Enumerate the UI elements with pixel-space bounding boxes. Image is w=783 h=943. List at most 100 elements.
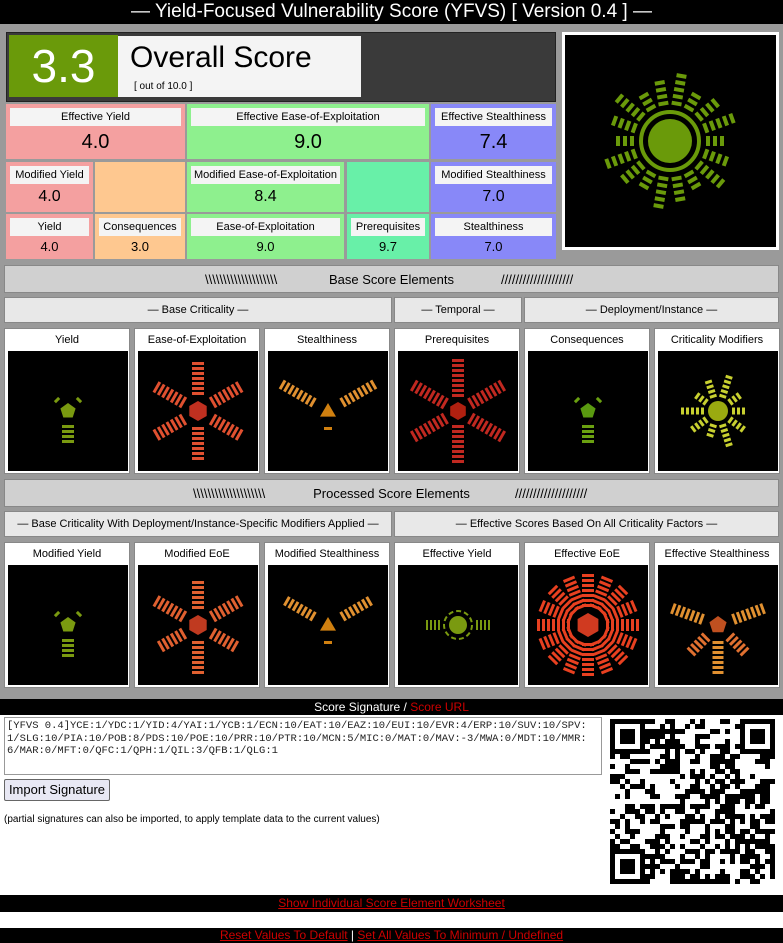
tile-visual — [398, 351, 518, 471]
footer-links: Reset Values To Default | Set All Values… — [0, 928, 783, 943]
tile-processed-4: Effective Yield — [394, 542, 520, 688]
tile-visual — [528, 565, 648, 685]
worksheet-bar: Show Individual Score Element Worksheet — [0, 896, 783, 912]
base-stealth-cell: Stealthiness 7.0 — [431, 214, 556, 259]
effective-yield-label: Effective Yield — [10, 108, 181, 126]
page-title: — Yield-Focused Vulnerability Score (YFV… — [131, 1, 652, 22]
bar-right-deco: //////////////////// — [515, 486, 588, 501]
base-yield-value: 4.0 — [40, 239, 59, 254]
modified-yield-cell: Modified Yield 4.0 — [6, 162, 93, 212]
effective-yield-value: 4.0 — [81, 131, 110, 153]
tile-visual — [138, 565, 258, 685]
link-separator: | — [350, 928, 355, 942]
tile-processed-2: Modified EoE — [134, 542, 260, 688]
modified-eoe-label: Modified Ease-of-Exploitation — [191, 166, 340, 184]
section-base-criticality: — Base Criticality — — [4, 297, 392, 323]
signature-title: Score Signature / — [314, 700, 407, 714]
tile-base-5: Consequences — [524, 328, 650, 474]
tile-label: Modified Yield — [32, 548, 102, 560]
tile-label: Ease-of-Exploitation — [147, 334, 247, 346]
tile-visual — [8, 351, 128, 471]
bar-left-deco: \\\\\\\\\\\\\\\\\\\\ — [205, 272, 278, 287]
modified-eoe-value: 8.4 — [254, 188, 277, 205]
tile-label: Effective EoE — [554, 548, 620, 560]
base-consequences-cell: Consequences 3.0 — [95, 214, 185, 259]
import-note: (partial signatures can also be imported… — [4, 814, 380, 825]
tile-label: Effective Stealthiness — [664, 548, 770, 560]
effective-eoe-label: Effective Ease-of-Exploitation — [191, 108, 425, 126]
tile-visual — [398, 565, 518, 685]
base-consequences-value: 3.0 — [130, 239, 150, 254]
base-eoe-label: Ease-of-Exploitation — [191, 218, 340, 236]
base-score-elements-title: Base Score Elements — [328, 272, 454, 287]
effective-stealth-cell: Effective Stealthiness 7.4 — [431, 104, 556, 159]
show-worksheet-link[interactable]: Show Individual Score Element Worksheet — [278, 896, 505, 910]
tile-visual — [528, 351, 648, 471]
bar-left-deco: \\\\\\\\\\\\\\\\\\\\ — [193, 486, 266, 501]
tile-label: Modified EoE — [164, 548, 230, 560]
tile-label: Prerequisites — [424, 334, 490, 346]
modified-stealth-value: 7.0 — [482, 188, 505, 205]
tile-processed-1: Modified Yield — [4, 542, 130, 688]
effective-yield-cell: Effective Yield 4.0 — [6, 104, 185, 159]
overall-score-value: 3.3 — [9, 35, 118, 97]
tile-visual — [658, 351, 778, 471]
base-prerequisites-label: Prerequisites — [351, 218, 425, 236]
tile-label: Criticality Modifiers — [670, 334, 764, 346]
qr-code — [607, 716, 779, 892]
modified-stealth-label: Modified Stealthiness — [435, 166, 552, 184]
modified-yield-value: 4.0 — [38, 188, 61, 205]
score-url-link[interactable]: Score URL — [410, 700, 469, 714]
base-prerequisites-value: 9.7 — [378, 239, 398, 254]
effective-stealth-value: 7.4 — [479, 131, 508, 153]
tile-visual — [8, 565, 128, 685]
signature-header: Score Signature / Score URL — [0, 699, 783, 715]
modified-consequences-cell — [95, 162, 185, 212]
tile-processed-6: Effective Stealthiness — [654, 542, 780, 688]
base-consequences-label: Consequences — [99, 218, 181, 236]
effective-eoe-cell: Effective Ease-of-Exploitation 9.0 — [187, 104, 429, 159]
signature-textarea[interactable]: [YFVS 0.4]YCE:1/YDC:1/YID:4/YAI:1/YCB:1/… — [4, 717, 602, 775]
import-signature-button[interactable]: Import Signature — [4, 779, 110, 801]
base-yield-label: Yield — [10, 218, 89, 236]
tile-label: Modified Stealthiness — [274, 548, 380, 560]
modified-prerequisites-cell — [347, 162, 429, 212]
tile-label: Stealthiness — [297, 334, 357, 346]
tile-label: Effective Yield — [422, 548, 492, 560]
base-yield-cell: Yield 4.0 — [6, 214, 93, 259]
tile-visual — [268, 351, 388, 471]
tile-base-1: Yield — [4, 328, 130, 474]
processed-score-elements-bar: \\\\\\\\\\\\\\\\\\\\ Processed Score Ele… — [4, 479, 779, 507]
base-stealth-label: Stealthiness — [435, 218, 552, 236]
modified-eoe-cell: Modified Ease-of-Exploitation 8.4 — [187, 162, 344, 212]
base-eoe-value: 9.0 — [256, 239, 275, 254]
processed-score-elements-title: Processed Score Elements — [313, 486, 470, 501]
modified-yield-label: Modified Yield — [10, 166, 89, 184]
section-temporal: — Temporal — — [394, 297, 522, 323]
tile-processed-3: Modified Stealthiness — [264, 542, 390, 688]
tile-base-6: Criticality Modifiers — [654, 328, 780, 474]
tile-visual — [138, 351, 258, 471]
bar-right-deco: //////////////////// — [501, 272, 574, 287]
tile-processed-5: Effective EoE — [524, 542, 650, 688]
section-effective-scores: — Effective Scores Based On All Critical… — [394, 511, 779, 537]
tile-label: Consequences — [550, 334, 624, 346]
reset-defaults-link[interactable]: Reset Values To Default — [220, 928, 348, 942]
overall-score-icon — [562, 32, 779, 250]
base-score-elements-bar: \\\\\\\\\\\\\\\\\\\\ Base Score Elements… — [4, 265, 779, 293]
tile-base-3: Stealthiness — [264, 328, 390, 474]
section-modifiers-applied: — Base Criticality With Deployment/Insta… — [4, 511, 392, 537]
section-deployment: — Deployment/Instance — — [524, 297, 779, 323]
effective-eoe-value: 9.0 — [294, 131, 322, 153]
tile-base-4: Prerequisites — [394, 328, 520, 474]
base-eoe-cell: Ease-of-Exploitation 9.0 — [187, 214, 344, 259]
tile-base-2: Ease-of-Exploitation — [134, 328, 260, 474]
tile-visual — [658, 565, 778, 685]
base-prerequisites-cell: Prerequisites 9.7 — [347, 214, 429, 259]
set-minimum-link[interactable]: Set All Values To Minimum / Undefined — [357, 928, 563, 942]
effective-stealth-label: Effective Stealthiness — [435, 108, 552, 126]
overall-score-label-box: Overall Score [ out of 10.0 ] — [118, 36, 361, 97]
modified-stealth-cell: Modified Stealthiness 7.0 — [431, 162, 556, 212]
overall-score-range: [ out of 10.0 ] — [134, 81, 193, 92]
base-stealth-value: 7.0 — [484, 239, 503, 254]
